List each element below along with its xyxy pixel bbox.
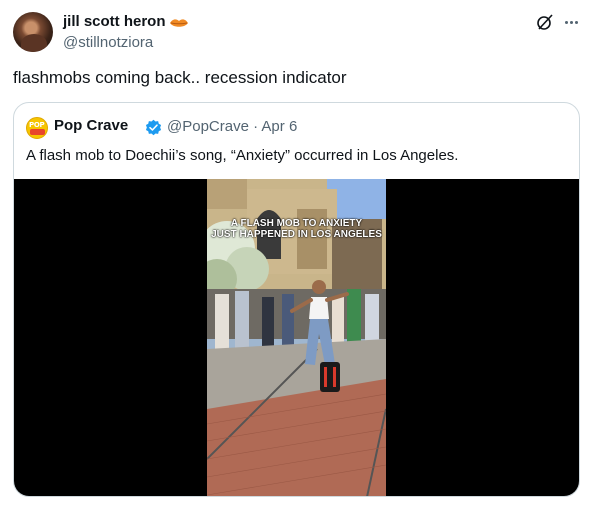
video-frame[interactable]: A FLASH MOB TO ANXIETY JUST HAPPENED IN … <box>207 179 386 496</box>
avatar-logo-band <box>30 129 45 135</box>
author-avatar[interactable] <box>13 12 53 52</box>
author-name-row[interactable]: jill scott heron <box>63 13 189 30</box>
video-player[interactable]: A FLASH MOB TO ANXIETY JUST HAPPENED IN … <box>14 179 579 496</box>
quoted-tweet[interactable]: POP Pop Crave @PopCrave · Apr 6 A flash … <box>13 102 580 497</box>
quoted-author-name[interactable]: Pop Crave <box>54 117 128 134</box>
quoted-tweet-text: A flash mob to Doechii’s song, “Anxiety”… <box>26 147 459 164</box>
lips-icon <box>169 16 189 27</box>
video-caption-line-2: JUST HAPPENED IN LOS ANGELES <box>211 229 382 240</box>
author-handle[interactable]: @stillnotziora <box>63 34 153 51</box>
video-caption-line-1: A FLASH MOB TO ANXIETY <box>230 218 363 229</box>
quoted-author-handle-date[interactable]: @PopCrave · Apr 6 <box>167 118 297 135</box>
video-caption: A FLASH MOB TO ANXIETY JUST HAPPENED IN … <box>207 218 386 240</box>
grok-icon[interactable] <box>535 12 555 32</box>
tweet-text: flashmobs coming back.. recession indica… <box>13 68 347 87</box>
verified-badge-icon <box>145 119 162 136</box>
tweet[interactable]: jill scott heron @stillnotziora flashmob… <box>0 0 599 507</box>
author-name[interactable]: jill scott heron <box>63 13 166 30</box>
more-icon[interactable] <box>561 12 581 32</box>
avatar-logo-text: POP <box>29 121 45 129</box>
quoted-author-avatar[interactable]: POP <box>26 117 48 139</box>
